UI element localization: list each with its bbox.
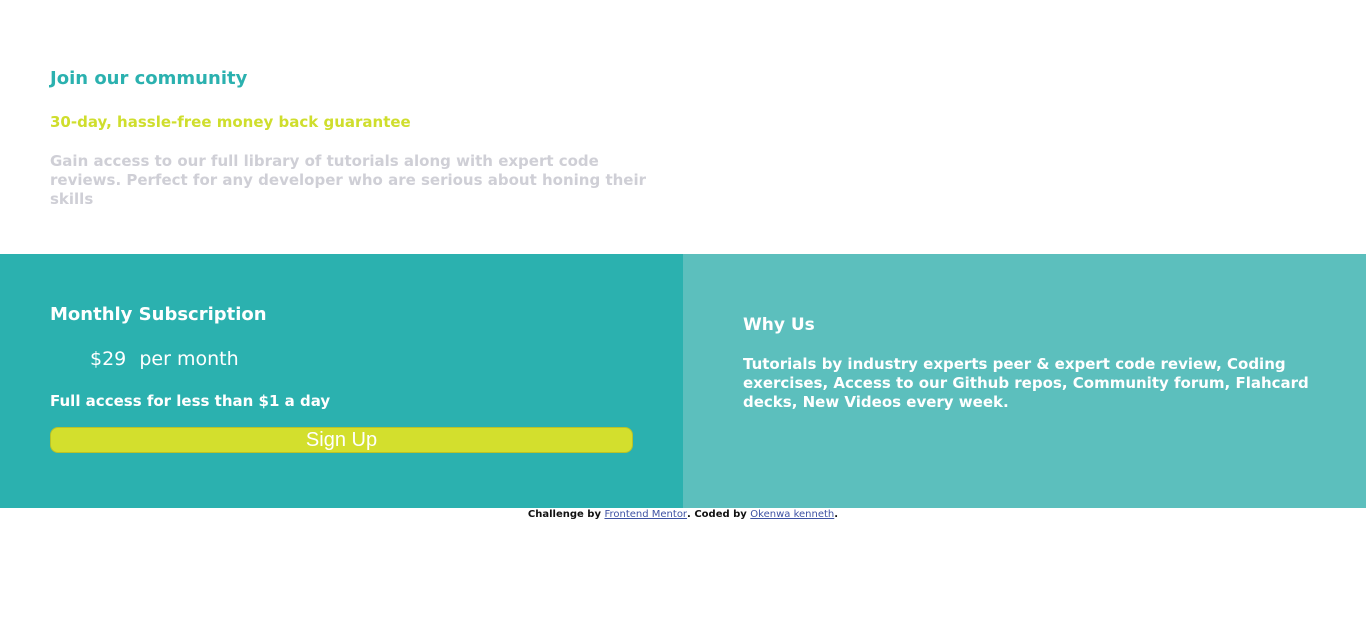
price-period: per month	[139, 348, 239, 370]
why-us-title: Why Us	[743, 315, 815, 335]
subscription-note: Full access for less than $1 a day	[50, 392, 331, 410]
guarantee-text: 30-day, hassle-free money back guarantee	[50, 113, 411, 131]
community-heading: Join our community	[50, 68, 248, 89]
pricing-band: Monthly Subscription $29 per month Full …	[0, 254, 1366, 508]
community-description: Gain access to our full library of tutor…	[50, 152, 647, 208]
subscription-panel: Monthly Subscription $29 per month Full …	[0, 254, 683, 508]
why-us-text: Tutorials by industry experts peer & exp…	[743, 355, 1309, 411]
attribution-prefix: Challenge by	[527, 509, 605, 520]
author-link[interactable]: Okenwa kenneth	[750, 509, 834, 520]
why-us-panel: Why Us Tutorials by industry experts pee…	[683, 254, 1366, 508]
attribution-middle: . Coded by	[687, 509, 751, 520]
subscription-title: Monthly Subscription	[50, 304, 267, 325]
attribution-suffix: .	[834, 509, 839, 520]
price-row: $29 per month	[90, 348, 239, 370]
attribution-footer: Challenge by Frontend Mentor. Coded by O…	[0, 508, 1366, 522]
sign-up-button[interactable]: Sign Up	[50, 427, 633, 453]
frontend-mentor-link[interactable]: Frontend Mentor	[604, 509, 687, 520]
price-amount: $29	[90, 348, 127, 370]
